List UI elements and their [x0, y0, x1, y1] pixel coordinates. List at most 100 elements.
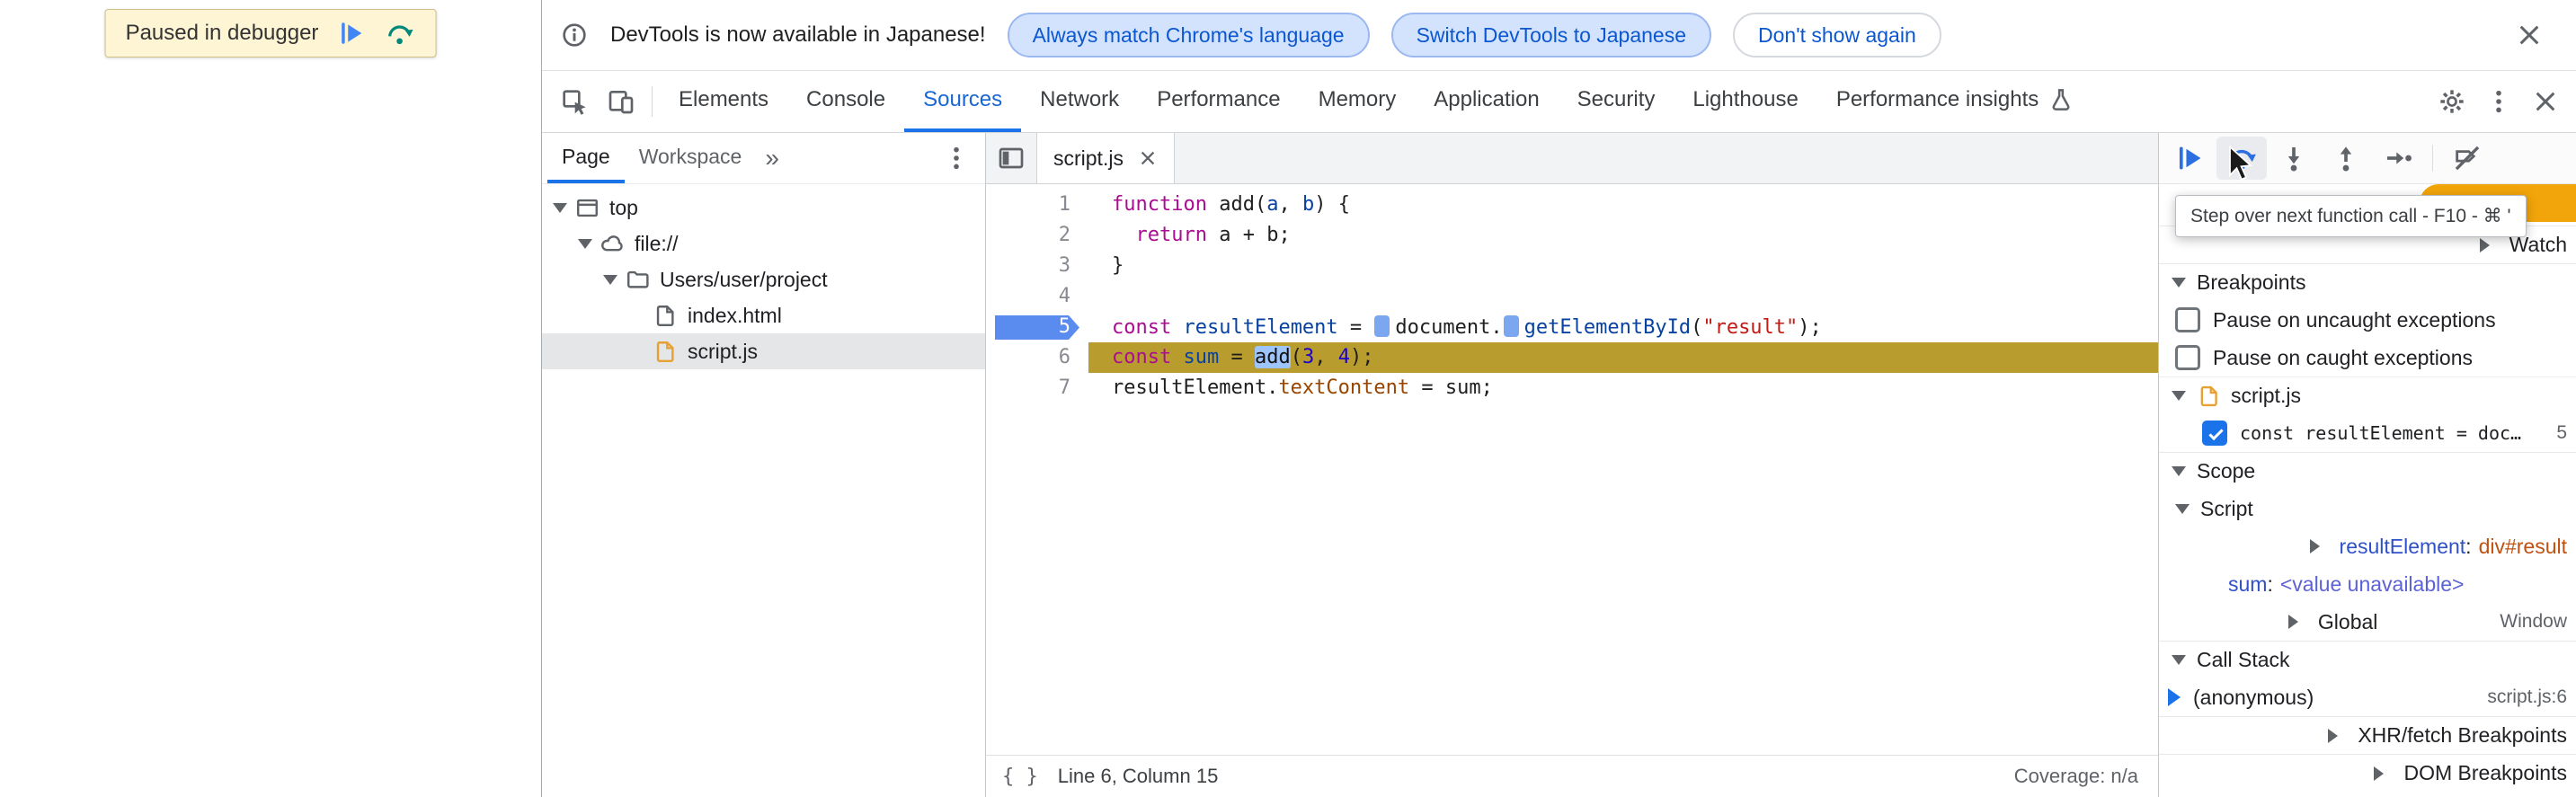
code-text[interactable]: const resultElement = document. getElemen…	[1088, 312, 2158, 342]
debugger-sections: Watch Breakpoints Pause on uncaught except…	[2159, 226, 2576, 797]
line-number[interactable]: 1	[986, 190, 1088, 220]
code-text[interactable]: resultElement.textContent = sum;	[1088, 373, 2158, 403]
section-dom-breakpoints[interactable]: DOM Breakpoints	[2159, 754, 2576, 792]
pause-on-uncaught-exceptions-row[interactable]: Pause on uncaught exceptions	[2159, 301, 2576, 339]
more-tabs-chevron[interactable]: »	[756, 144, 788, 173]
navigator-header: Page Workspace »	[542, 133, 985, 184]
tab-label: Elements	[679, 87, 769, 111]
tab-label: Sources	[923, 87, 1003, 111]
tab-memory[interactable]: Memory	[1300, 71, 1416, 132]
tab-elements[interactable]: Elements	[660, 71, 787, 132]
code-editor[interactable]: 1 function add(a, b) {2 return a + b; 3} 4 5…	[986, 184, 2158, 755]
editor-tab-script-js[interactable]: script.js	[1036, 133, 1175, 183]
line-number[interactable]: 6	[986, 342, 1088, 373]
step-button[interactable]	[2373, 137, 2423, 180]
disclosure-expanded-icon	[2172, 655, 2186, 665]
tab-security[interactable]: Security	[1559, 71, 1674, 132]
step-into-button[interactable]	[2269, 137, 2319, 180]
code-text[interactable]: return a + b;	[1088, 220, 2158, 251]
tab-close-icon[interactable]	[1138, 148, 1158, 168]
pretty-print-button[interactable]: { }	[995, 762, 1045, 792]
scope-variable-sum[interactable]: sum: <value unavailable>	[2159, 565, 2576, 603]
tab-network[interactable]: Network	[1021, 71, 1138, 132]
line-number[interactable]: 4	[986, 281, 1088, 312]
dont-show-again-button[interactable]: Don't show again	[1733, 13, 1941, 58]
code-text[interactable]: function add(a, b) {	[1088, 190, 2158, 220]
tree-item-label: script.js	[688, 339, 758, 363]
tree-item-top[interactable]: top	[542, 190, 985, 226]
resume-icon	[336, 19, 365, 48]
code-line-7: 7 resultElement.textContent = sum;	[986, 373, 2158, 403]
switch-devtools-japanese-button[interactable]: Switch DevTools to Japanese	[1390, 13, 1712, 58]
settings-button[interactable]	[2429, 78, 2475, 125]
toolbar-right-actions	[2429, 78, 2576, 125]
tab-page[interactable]: Page	[547, 133, 625, 183]
file-icon	[653, 303, 679, 329]
code-text[interactable]: }	[1088, 251, 2158, 281]
panel-left-icon	[997, 144, 1026, 173]
tab-performance-insights[interactable]: Performance insights	[1817, 71, 2093, 132]
tab-workspace[interactable]: Workspace	[625, 133, 757, 183]
tab-performance[interactable]: Performance	[1138, 71, 1299, 132]
tree-item-index-html[interactable]: index.html	[542, 297, 985, 333]
code-line-4: 4	[986, 281, 2158, 312]
tree-item-script-js[interactable]: script.js	[542, 333, 985, 369]
tab-lighthouse[interactable]: Lighthouse	[1674, 71, 1817, 132]
inline-breakpoint-marker[interactable]	[1374, 315, 1390, 337]
step-out-button[interactable]	[2321, 137, 2371, 180]
device-toolbar-button[interactable]	[598, 78, 644, 125]
line-number[interactable]: 2	[986, 220, 1088, 251]
breakpoint-group-script-js[interactable]: script.js	[2159, 376, 2576, 414]
execution-line[interactable]: const sum = add(3, 4);	[1088, 342, 2158, 373]
code-text[interactable]	[1088, 281, 2158, 312]
tab-label: Lighthouse	[1692, 87, 1799, 111]
scope-section-global[interactable]: Global Window	[2159, 603, 2576, 641]
folder-icon	[625, 267, 651, 293]
resume-button[interactable]	[2164, 137, 2215, 180]
pause-on-caught-exceptions-checkbox[interactable]	[2175, 345, 2200, 370]
banner-step-over-button[interactable]	[383, 17, 415, 49]
line-number[interactable]: 7	[986, 373, 1088, 403]
devtools-close-button[interactable]	[2522, 78, 2569, 125]
banner-resume-button[interactable]	[334, 17, 367, 49]
cursor-position: Line 6, Column 15	[1057, 765, 1219, 787]
tab-sources[interactable]: Sources	[904, 71, 1022, 132]
tab-application[interactable]: Application	[1415, 71, 1558, 132]
gear-icon	[2438, 87, 2466, 116]
inspect-button[interactable]	[551, 78, 598, 125]
more-options-button[interactable]	[2475, 78, 2522, 125]
scope-section-script[interactable]: Script	[2159, 490, 2576, 527]
section-xhr-fetch-breakpoints[interactable]: XHR/fetch Breakpoints	[2159, 716, 2576, 754]
breakpoint-entry[interactable]: const resultElement = doc… 5	[2159, 414, 2576, 452]
tab-console[interactable]: Console	[787, 71, 904, 132]
call-stack-frame[interactable]: (anonymous) script.js:6	[2159, 678, 2576, 716]
deactivate-breakpoints-button[interactable]	[2442, 137, 2492, 180]
disclosure-collapsed-icon	[2479, 237, 2499, 252]
section-breakpoints[interactable]: Breakpoints	[2159, 263, 2576, 301]
line-number[interactable]: 3	[986, 251, 1088, 281]
breakpoint-checkbox[interactable]	[2202, 421, 2227, 446]
inline-breakpoint-marker[interactable]	[1503, 315, 1519, 337]
navigator-toggle-button[interactable]	[986, 133, 1036, 183]
scope-variable-resultelement[interactable]: resultElement: div#result	[2159, 527, 2576, 565]
tree-item-users-user-project[interactable]: Users/user/project	[542, 261, 985, 297]
step-over-tooltip: Step over next function call - F10 - ⌘ '	[2175, 195, 2527, 237]
pause-on-caught-exceptions-row[interactable]: Pause on caught exceptions	[2159, 339, 2576, 376]
pause-on-uncaught-exceptions-checkbox[interactable]	[2175, 307, 2200, 332]
active-frame-icon	[2168, 688, 2181, 706]
always-match-language-button[interactable]: Always match Chrome's language	[1007, 13, 1370, 58]
kebab-icon	[2484, 87, 2513, 116]
tree-item-file[interactable]: file://	[542, 226, 985, 261]
infobar-close-button[interactable]	[2506, 12, 2553, 58]
navigator-menu-button[interactable]	[933, 135, 980, 182]
line-number[interactable]: 5	[986, 312, 1088, 342]
editor-tab-label: script.js	[1053, 146, 1124, 170]
section-call-stack[interactable]: Call Stack	[2159, 641, 2576, 678]
toolbar-divider	[652, 86, 653, 117]
code-line-5: 5 const resultElement = document. getEleme…	[986, 312, 2158, 342]
section-scope[interactable]: Scope	[2159, 452, 2576, 490]
page-region: Paused in debugger	[0, 0, 541, 797]
step-over-button[interactable]	[2216, 137, 2267, 180]
